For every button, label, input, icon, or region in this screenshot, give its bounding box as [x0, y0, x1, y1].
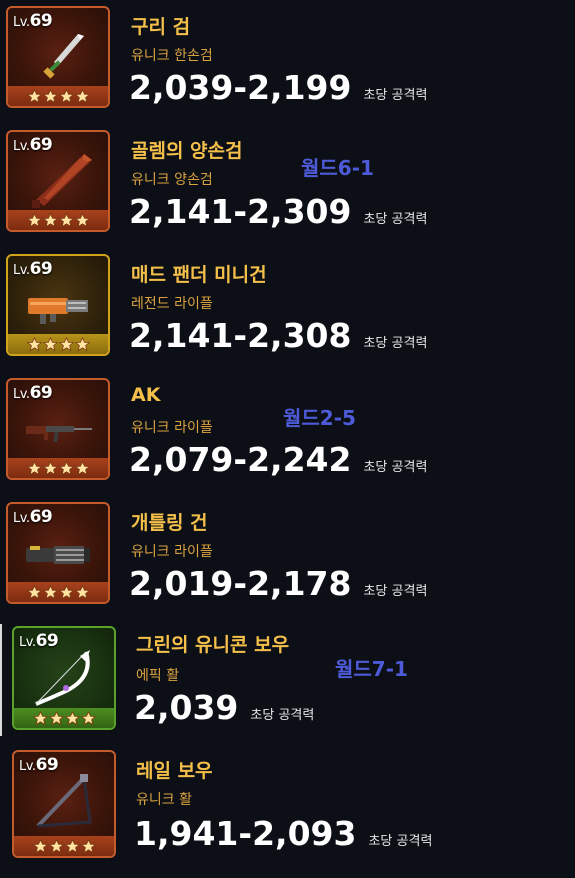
star-icon: [32, 838, 48, 853]
weapon-name: 골렘의 양손검: [131, 140, 243, 162]
damage-unit-label: 초당 공격력: [363, 212, 428, 227]
star-icon: [26, 88, 42, 103]
star-icon: [74, 336, 90, 351]
star-icon: [74, 584, 90, 599]
damage-line: 2,079-2,242 초당 공격력: [129, 440, 427, 479]
weapon-card[interactable]: Lv.69: [6, 130, 110, 232]
star-rating: [8, 582, 108, 602]
star-rating: [8, 210, 108, 230]
damage-line: 2,039-2,199 초당 공격력: [129, 68, 427, 107]
damage-unit-label: 초당 공격력: [363, 460, 428, 475]
damage-unit-label: 초당 공격력: [363, 336, 428, 351]
minigun-icon: [28, 298, 88, 324]
star-icon: [26, 336, 42, 351]
weapon-card[interactable]: Lv.69: [6, 6, 110, 108]
weapon-name: 개틀링 건: [131, 512, 208, 534]
damage-unit-label: 초당 공격력: [250, 708, 315, 723]
copper-sword-icon: [43, 34, 84, 79]
weapon-row-golem-greatsword[interactable]: Lv.69 골렘의 양손검 유니크 양손검 2,141-2,309 초당 공격력…: [0, 124, 575, 248]
weapon-type: 유니크 라이플: [131, 544, 213, 560]
weapon-row-copper-sword[interactable]: Lv.69 구리 검 유니크 한손검 2,039-2,199 초당 공격력: [0, 0, 575, 124]
weapon-type: 레전드 라이플: [131, 296, 213, 312]
weapon-row-mad-panda-minigun[interactable]: Lv.69 매드 팬더 미니건 레전드 라이플 2,141-2,308 초당 공…: [0, 248, 575, 372]
star-icon: [58, 88, 74, 103]
star-icon: [48, 838, 64, 853]
star-rating: [8, 458, 108, 478]
damage-unit-label: 초당 공격력: [363, 88, 428, 103]
star-icon: [26, 460, 42, 475]
weapon-type: 유니크 라이플: [131, 420, 213, 436]
star-icon: [64, 838, 80, 853]
damage-line: 2,019-2,178 초당 공격력: [129, 564, 427, 603]
damage-line: 2,141-2,308 초당 공격력: [129, 316, 427, 355]
unicorn-bow-icon: [35, 650, 90, 706]
weapon-row-gatling-gun[interactable]: Lv.69 개틀링 건 유니크 라이플 2,019-2,178 초당 공격력: [0, 496, 575, 620]
star-icon: [58, 212, 74, 227]
star-rating: [8, 334, 108, 354]
star-icon: [80, 838, 96, 853]
star-rating: [8, 86, 108, 106]
damage-value: 2,039: [134, 688, 239, 727]
damage-unit-label: 초당 공격력: [363, 584, 428, 599]
weapon-card[interactable]: Lv.69: [6, 254, 110, 356]
star-icon: [32, 710, 48, 725]
damage-line: 2,039 초당 공격력: [134, 688, 314, 727]
world-note: 월드2-5: [283, 406, 356, 430]
weapon-type: 유니크 활: [136, 792, 192, 808]
damage-value: 2,019-2,178: [129, 564, 352, 603]
left-edge-marker: [0, 624, 2, 736]
star-icon: [42, 336, 58, 351]
damage-line: 1,941-2,093 초당 공격력: [134, 814, 432, 853]
weapon-name: 구리 검: [131, 16, 191, 38]
damage-value: 2,079-2,242: [129, 440, 352, 479]
weapon-card[interactable]: Lv.69: [6, 502, 110, 604]
weapon-type: 유니크 양손검: [131, 172, 213, 188]
star-icon: [58, 584, 74, 599]
weapon-card[interactable]: Lv.69: [12, 626, 116, 730]
weapon-row-rail-bow[interactable]: Lv.69 레일 보우 유니크 활 1,941-2,093 초당 공격력: [0, 744, 575, 868]
damage-value: 1,941-2,093: [134, 814, 357, 853]
gatling-gun-icon: [26, 546, 90, 564]
weapon-name: 레일 보우: [136, 760, 213, 782]
star-icon: [64, 710, 80, 725]
star-icon: [74, 460, 90, 475]
weapon-row-unicorn-bow[interactable]: Lv.69 그린의 유니콘 보우 에픽 활 2,039 초당 공격력 월드7-1: [0, 620, 575, 744]
weapon-type: 유니크 한손검: [131, 48, 213, 64]
damage-line: 2,141-2,309 초당 공격력: [129, 192, 427, 231]
star-rating: [14, 836, 114, 856]
weapon-type: 에픽 활: [136, 668, 180, 684]
world-note: 월드7-1: [335, 657, 408, 681]
weapon-name: 매드 팬더 미니건: [131, 264, 267, 286]
star-icon: [58, 336, 74, 351]
star-icon: [74, 212, 90, 227]
star-icon: [26, 584, 42, 599]
world-note: 월드6-1: [301, 156, 374, 180]
star-icon: [74, 88, 90, 103]
damage-value: 2,039-2,199: [129, 68, 352, 107]
rail-bow-icon: [36, 774, 92, 828]
damage-unit-label: 초당 공격력: [368, 834, 433, 849]
damage-value: 2,141-2,308: [129, 316, 352, 355]
golem-greatsword-icon: [32, 154, 92, 208]
star-icon: [80, 710, 96, 725]
star-icon: [42, 88, 58, 103]
weapon-name: 그린의 유니콘 보우: [136, 634, 290, 656]
weapon-row-ak[interactable]: Lv.69 AK 유니크 라이플 2,079-2,242 초당 공격력 월드2-…: [0, 372, 575, 496]
weapon-list: Lv.69 구리 검 유니크 한손검 2,039-2,199 초당 공격력 Lv…: [0, 0, 575, 878]
star-icon: [48, 710, 64, 725]
star-icon: [42, 584, 58, 599]
star-icon: [58, 460, 74, 475]
weapon-name: AK: [131, 384, 161, 406]
star-rating: [14, 708, 114, 728]
rifle-icon: [26, 426, 92, 443]
star-icon: [42, 212, 58, 227]
weapon-card[interactable]: Lv.69: [6, 378, 110, 480]
weapon-card[interactable]: Lv.69: [12, 750, 116, 858]
star-icon: [26, 212, 42, 227]
damage-value: 2,141-2,309: [129, 192, 352, 231]
star-icon: [42, 460, 58, 475]
